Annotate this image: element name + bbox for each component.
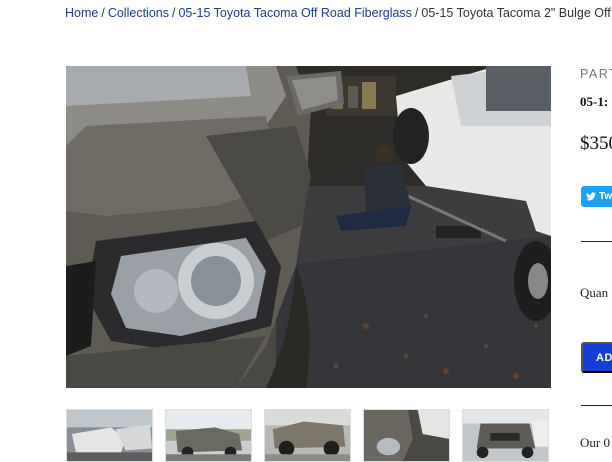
product-description: Our 0: [580, 435, 610, 450]
thumbnail-2-image: [166, 410, 251, 461]
quantity-label: Quan: [580, 285, 609, 300]
thumbnail-3-image: [265, 410, 350, 461]
breadcrumb-separator: /: [414, 6, 419, 20]
product-price: $350: [580, 133, 612, 154]
breadcrumb-collections-link[interactable]: Collections: [108, 6, 169, 20]
thumbnail-1-image: [67, 410, 152, 461]
breadcrumb: Home / Collections/05-15 Toyota Tacoma Off…: [65, 5, 611, 21]
tweet-button-label: Tw: [599, 191, 612, 202]
thumbnail-1[interactable]: [66, 409, 153, 462]
thumbnail-3[interactable]: [264, 409, 351, 462]
breadcrumb-separator: /: [101, 6, 105, 20]
thumbnail-5[interactable]: [462, 409, 549, 462]
thumbnail-4[interactable]: [363, 409, 450, 462]
vendor-label: PART: [580, 67, 612, 81]
truck-hood-photo: [66, 66, 551, 388]
thumbnail-strip: [66, 409, 552, 462]
tweet-button[interactable]: Tw: [581, 186, 612, 207]
add-to-cart-button[interactable]: ADD: [581, 342, 612, 373]
thumbnail-4-image: [364, 410, 449, 461]
product-info-panel: PART 05-1: $350 Tw Quan ADD Our 0: [580, 0, 612, 462]
divider: [581, 241, 612, 242]
divider: [581, 405, 612, 406]
product-main-image[interactable]: [66, 66, 551, 388]
product-title: 05-1:: [580, 94, 609, 109]
twitter-bird-icon: [586, 192, 596, 201]
thumbnail-5-image: [463, 410, 548, 461]
breadcrumb-home-link[interactable]: Home: [65, 6, 98, 20]
breadcrumb-collection-link[interactable]: 05-15 Toyota Tacoma Off Road Fiberglass: [178, 6, 411, 20]
thumbnail-2[interactable]: [165, 409, 252, 462]
